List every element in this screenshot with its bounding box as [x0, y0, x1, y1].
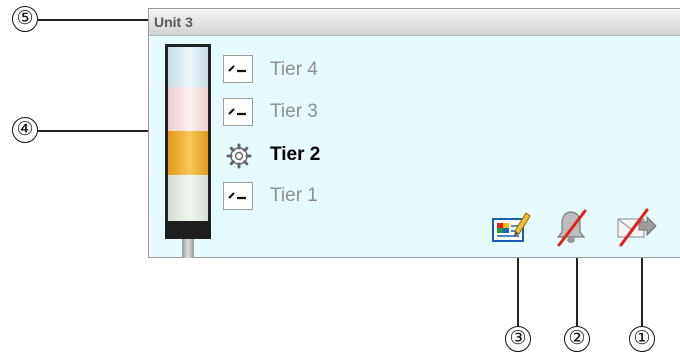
tower-base — [165, 221, 211, 239]
tower-segment-tier-4 — [165, 44, 211, 87]
unit-panel-title: Unit 3 — [154, 14, 193, 30]
email-forward-disabled-icon — [617, 208, 657, 247]
tier-4-switch-icon[interactable] — [223, 55, 253, 83]
callout-5-leader — [38, 19, 150, 21]
configure-icon — [492, 212, 531, 242]
tier-2-label[interactable]: Tier 2 — [270, 144, 320, 166]
alarm-bell-disabled-icon — [556, 209, 587, 247]
tier-3-label[interactable]: Tier 3 — [270, 101, 318, 123]
tier-1-label[interactable]: Tier 1 — [270, 185, 318, 207]
unit-panel: Unit 3 Tier 4 Tier 3 Tier 2 Tier 1 — [148, 8, 680, 258]
tier-1-switch-icon[interactable] — [223, 182, 253, 210]
tower-segment-tier-3 — [165, 87, 211, 131]
email-forward-button[interactable] — [615, 207, 657, 247]
tower-stem — [182, 239, 194, 258]
tower-segment-tier-1 — [165, 175, 211, 221]
callout-4: ④ — [12, 117, 38, 143]
tower-segment-tier-2 — [165, 131, 211, 175]
tier-4-label[interactable]: Tier 4 — [270, 59, 318, 81]
callout-3: ③ — [505, 326, 531, 352]
callout-2: ② — [564, 326, 590, 352]
callout-5: ⑤ — [12, 6, 38, 32]
callout-1: ① — [629, 326, 655, 352]
configure-button[interactable] — [491, 207, 531, 247]
tier-3-switch-icon[interactable] — [223, 98, 253, 126]
unit-panel-header: Unit 3 — [149, 9, 680, 36]
alarm-bell-button[interactable] — [551, 207, 591, 247]
tier-2-gear-icon[interactable] — [225, 142, 253, 170]
